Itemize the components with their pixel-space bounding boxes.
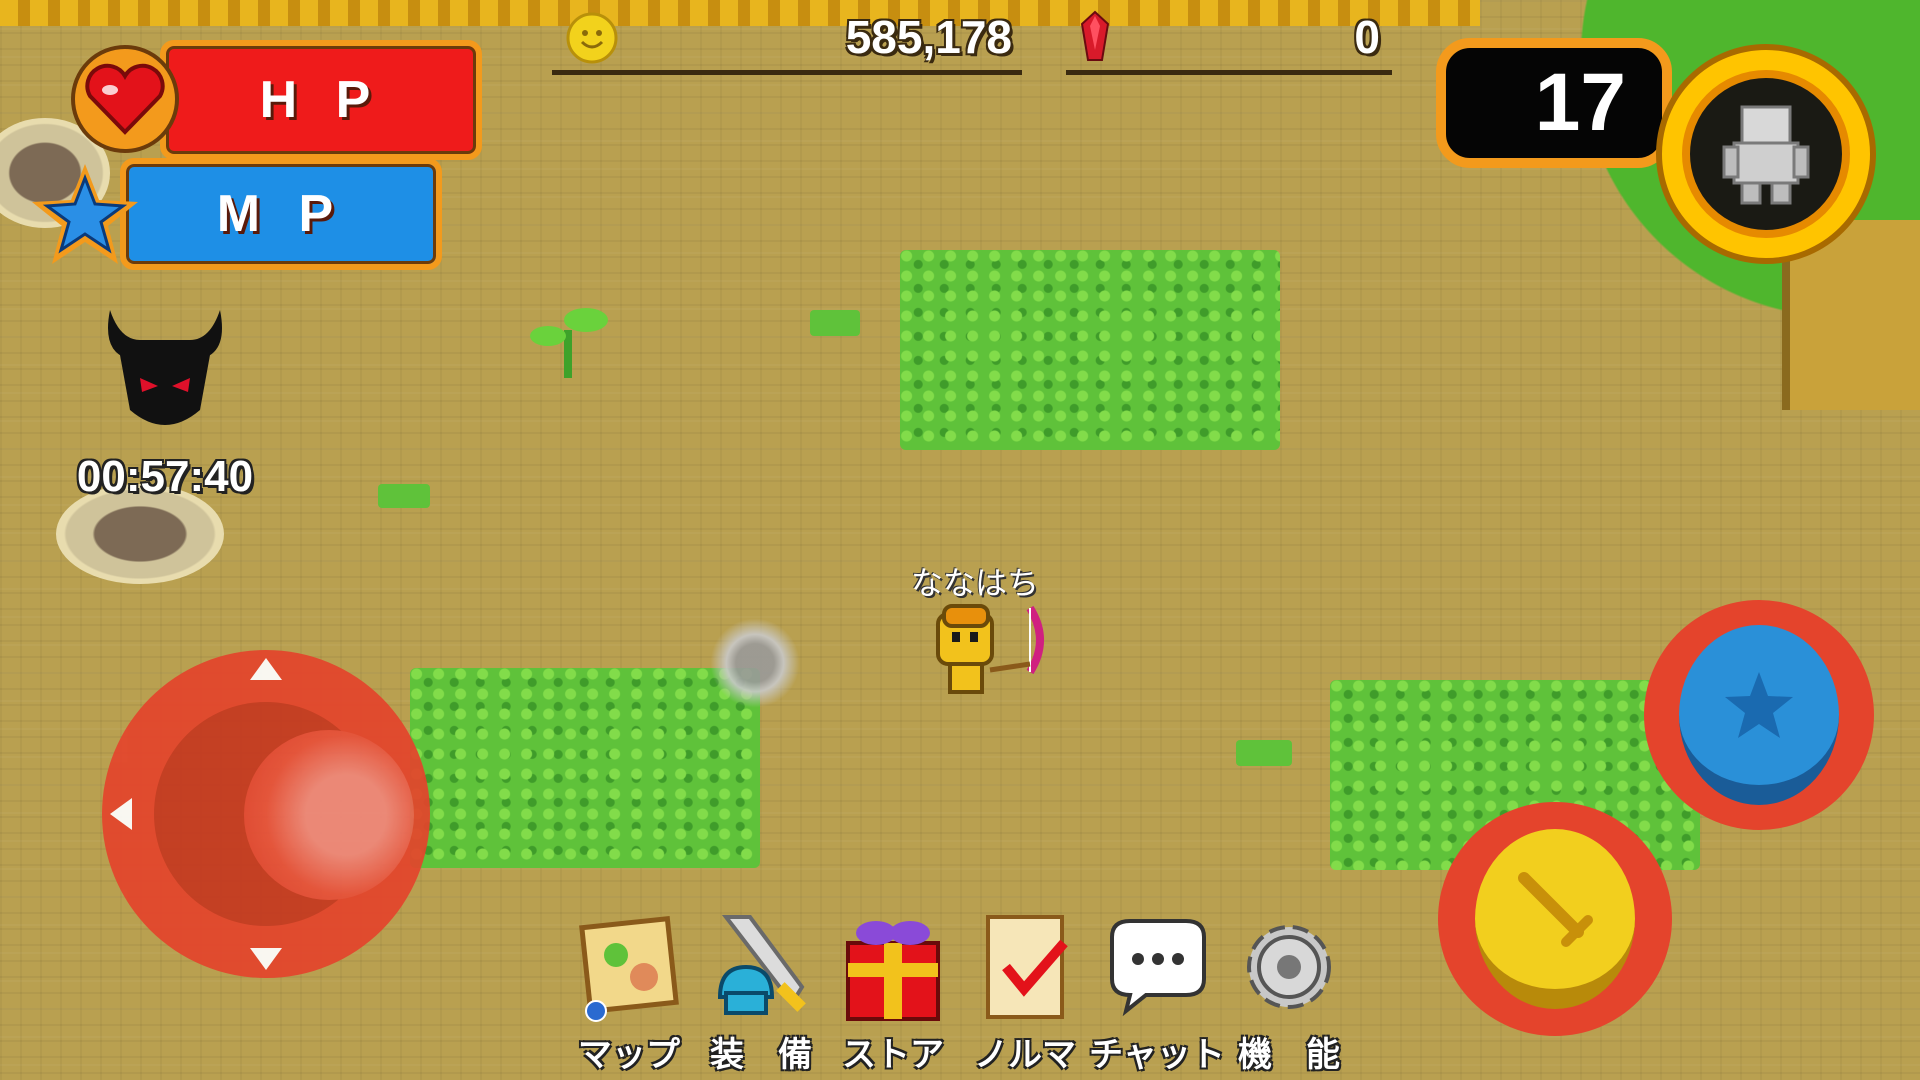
menu-store[interactable]: ストア (834, 900, 952, 1076)
smiley-coin-icon (566, 12, 618, 64)
arrow-up-icon (250, 658, 282, 680)
menu-quota-label: ノルマ (974, 1035, 1076, 1075)
grass-patch (900, 250, 1280, 450)
chat-bubble-icon (1110, 919, 1206, 1017)
companion-button[interactable] (1656, 44, 1876, 264)
gift-box-icon (846, 921, 940, 1021)
menu-equipment-label: 装 備 (710, 1035, 812, 1075)
grass-tuft (378, 484, 430, 508)
red-gem-icon (1080, 10, 1110, 61)
menu-map-label: マップ (578, 1035, 680, 1075)
star-icon (32, 164, 138, 264)
level-value: 17 (1534, 57, 1626, 148)
star-icon (1725, 672, 1793, 738)
map-icon (579, 915, 679, 1022)
virtual-joystick[interactable] (102, 650, 430, 978)
menu-map[interactable]: マップ (570, 900, 688, 1076)
equipment-icon (717, 915, 806, 1015)
arrow-left-icon (110, 798, 132, 830)
boss-timer: 00:57:40 (76, 452, 254, 501)
bull-skull-icon (108, 310, 222, 425)
gem-underline (1066, 70, 1392, 75)
level-counter: 17 (1436, 38, 1672, 168)
sword-icon (1518, 872, 1593, 947)
menu-chat[interactable]: チャット (1089, 900, 1225, 1076)
stone-golem-icon (1722, 105, 1810, 205)
bottom-menu: マップ 装 備 ストア ノルマ チャット 機 能 (570, 900, 1348, 1076)
player-character[interactable] (930, 600, 1080, 710)
attack-button[interactable] (1438, 802, 1672, 1036)
menu-settings-label: 機 能 (1238, 1035, 1340, 1075)
dust-cloud (710, 618, 800, 708)
menu-quota[interactable]: ノルマ (966, 900, 1084, 1076)
sprout-icon (530, 308, 608, 378)
menu-chat-label: チャット (1089, 1035, 1225, 1075)
hp-bar: H P (160, 40, 482, 160)
menu-store-label: ストア (842, 1035, 944, 1075)
coin-underline (552, 70, 1022, 75)
player-name: ななはち (910, 564, 1039, 602)
hp-label: H P (259, 71, 383, 129)
heart-icon (71, 45, 179, 153)
skill-button[interactable] (1644, 600, 1874, 830)
companion-frame (1682, 70, 1850, 238)
attack-button-cap (1475, 829, 1635, 1009)
mp-label: M P (216, 185, 346, 243)
gem-count: 0 (1354, 11, 1380, 63)
menu-settings[interactable]: 機 能 (1230, 900, 1348, 1076)
grass-tuft (1236, 740, 1292, 766)
grass-tuft (810, 310, 860, 336)
menu-equipment[interactable]: 装 備 (702, 900, 820, 1076)
joystick-knob[interactable] (244, 730, 414, 900)
quota-scroll-icon (986, 915, 1068, 1019)
mp-bar: M P (120, 158, 442, 270)
grass-patch (410, 668, 760, 868)
arrow-down-icon (250, 948, 282, 970)
skill-button-cap (1679, 625, 1839, 805)
coin-count: 585,178 (845, 11, 1012, 63)
gear-icon (1247, 925, 1331, 1009)
